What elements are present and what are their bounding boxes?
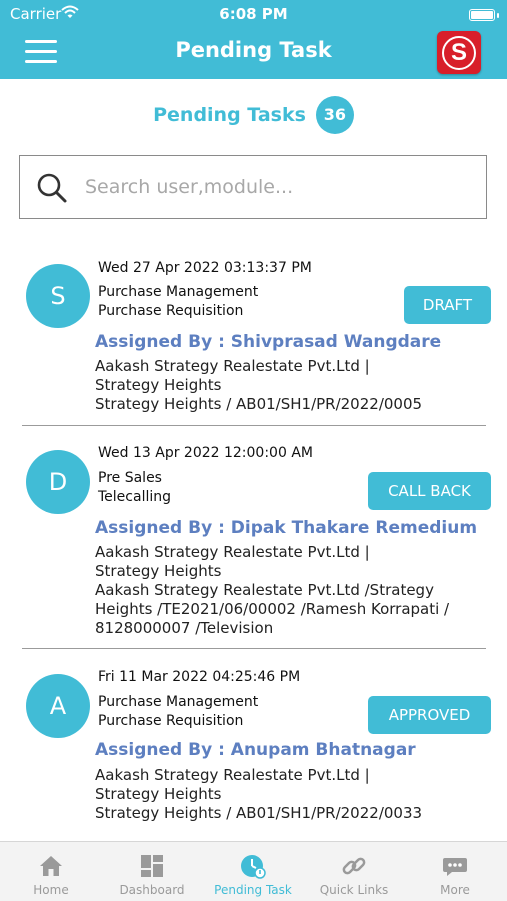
task-details: Aakash Strategy Realestate Pvt.Ltd | Str… xyxy=(95,357,422,414)
tab-more[interactable]: More xyxy=(405,842,505,901)
task-card[interactable]: A Fri 11 Mar 2022 04:25:46 PM Purchase M… xyxy=(0,660,507,840)
detail-line: Heights /TE2021/06/00002 /Ramesh Korrapa… xyxy=(95,600,450,618)
assigned-by: Assigned By : Anupam Bhatnagar xyxy=(95,740,416,760)
approved-button[interactable]: APPROVED xyxy=(368,696,491,734)
draft-button[interactable]: DRAFT xyxy=(404,286,491,324)
task-datetime: Wed 13 Apr 2022 12:00:00 AM xyxy=(98,445,313,461)
detail-line: Strategy Heights / AB01/SH1/PR/2022/0033 xyxy=(95,804,423,822)
detail-line: 8128000007 /Television xyxy=(95,619,274,637)
pending-count-badge: 36 xyxy=(315,96,354,134)
task-card[interactable]: S Wed 27 Apr 2022 03:13:37 PM Purchase M… xyxy=(0,250,507,425)
status-bar: Carrier 6:08 PM xyxy=(0,0,507,30)
task-module: Pre Sales xyxy=(98,470,162,486)
bottom-tab-bar: Home Dashboard Pending Task Quick Links xyxy=(0,841,507,901)
tab-label: Dashboard xyxy=(119,883,185,897)
detail-line: Strategy Heights xyxy=(95,376,222,394)
task-module: Purchase Management xyxy=(98,694,259,710)
detail-line: Aakash Strategy Realestate Pvt.Ltd | xyxy=(95,357,370,375)
divider xyxy=(22,648,486,649)
avatar: S xyxy=(26,264,90,328)
avatar: D xyxy=(26,450,90,514)
search-box[interactable] xyxy=(19,155,487,219)
tab-label: Quick Links xyxy=(319,883,389,897)
link-icon xyxy=(342,857,366,875)
avatar: A xyxy=(26,674,90,738)
search-icon xyxy=(37,173,67,203)
detail-line: Strategy Heights / AB01/SH1/PR/2022/0005 xyxy=(95,395,423,413)
task-submodule: Purchase Requisition xyxy=(98,713,244,729)
pending-tasks-label: Pending Tasks xyxy=(153,104,306,126)
assigned-by: Assigned By : Shivprasad Wangdare xyxy=(95,332,442,352)
task-details: Aakash Strategy Realestate Pvt.Ltd | Str… xyxy=(95,543,449,638)
call-back-button[interactable]: CALL BACK xyxy=(368,472,491,510)
tab-pending-task[interactable]: Pending Task xyxy=(203,842,303,901)
task-details: Aakash Strategy Realestate Pvt.Ltd | Str… xyxy=(95,766,422,823)
assigned-by: Assigned By : Dipak Thakare Remedium xyxy=(95,518,478,538)
logo-letter: S xyxy=(442,36,476,70)
tab-label: Pending Task xyxy=(214,883,292,897)
tab-label: Home xyxy=(33,883,69,897)
dashboard-icon xyxy=(141,855,163,877)
status-time: 6:08 PM xyxy=(219,5,288,23)
task-submodule: Purchase Requisition xyxy=(98,303,244,319)
task-submodule: Telecalling xyxy=(98,489,171,505)
app-header: Carrier 6:08 PM Pending Task S xyxy=(0,0,507,79)
pending-task-icon xyxy=(241,855,266,879)
tab-quick-links[interactable]: Quick Links xyxy=(304,842,404,901)
pending-summary: Pending Tasks 36 xyxy=(0,96,507,134)
tab-label: More xyxy=(440,883,470,897)
search-input[interactable] xyxy=(85,170,465,204)
tab-home[interactable]: Home xyxy=(1,842,101,901)
detail-line: Aakash Strategy Realestate Pvt.Ltd /Stra… xyxy=(95,581,434,599)
detail-line: Strategy Heights xyxy=(95,785,222,803)
task-datetime: Wed 27 Apr 2022 03:13:37 PM xyxy=(98,260,312,276)
home-icon xyxy=(40,856,62,876)
task-module: Purchase Management xyxy=(98,284,259,300)
page-title: Pending Task xyxy=(175,38,332,62)
task-datetime: Fri 11 Mar 2022 04:25:46 PM xyxy=(98,669,301,685)
battery-icon xyxy=(469,9,499,21)
divider xyxy=(22,425,486,426)
tab-dashboard[interactable]: Dashboard xyxy=(102,842,202,901)
detail-line: Strategy Heights xyxy=(95,562,222,580)
task-card[interactable]: D Wed 13 Apr 2022 12:00:00 AM Pre Sales … xyxy=(0,436,507,648)
app-logo[interactable]: S xyxy=(437,31,481,74)
more-icon xyxy=(443,858,467,876)
detail-line: Aakash Strategy Realestate Pvt.Ltd | xyxy=(95,766,370,784)
detail-line: Aakash Strategy Realestate Pvt.Ltd | xyxy=(95,543,370,561)
